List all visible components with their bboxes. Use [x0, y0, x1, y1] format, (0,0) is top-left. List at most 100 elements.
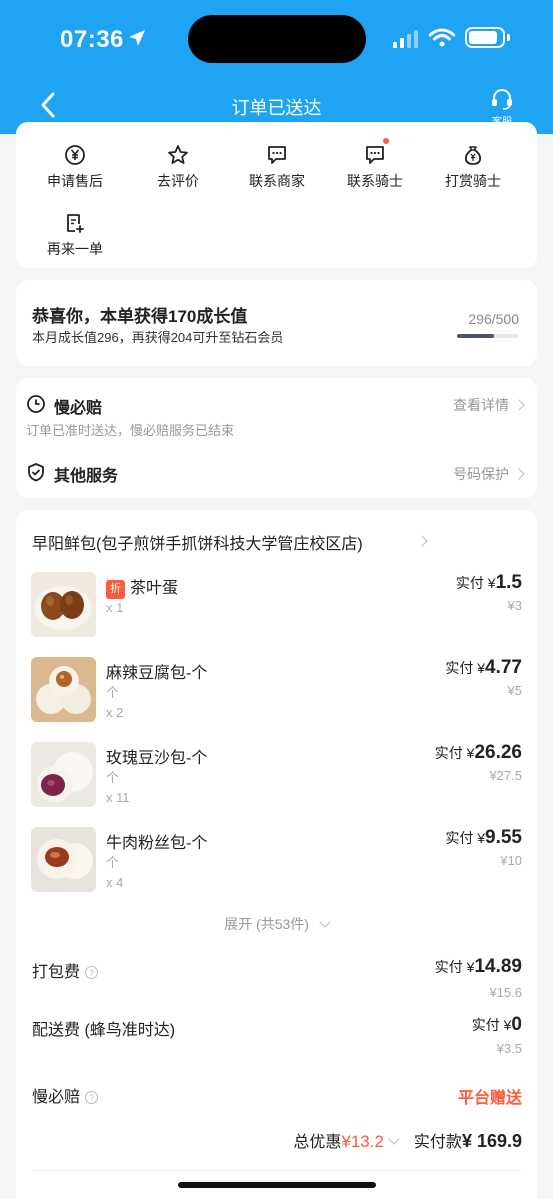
- star-icon: [168, 145, 188, 164]
- shield-check-icon: [28, 463, 44, 482]
- divider: [32, 1170, 521, 1171]
- growth-progress-fill: [457, 334, 494, 338]
- item-paid: 实付 ¥4.77: [445, 657, 522, 679]
- number-protection-label: 号码保护: [453, 466, 509, 482]
- item-unit: 个: [106, 855, 120, 870]
- wifi-icon: [429, 28, 455, 47]
- growth-progress-bar: [457, 334, 519, 338]
- guarantee-fee-text: 慢必赔: [32, 1089, 81, 1106]
- refund-yen-icon: [65, 145, 85, 165]
- item-original-price: ¥27.5: [489, 768, 522, 783]
- item-original-price: ¥5: [507, 683, 522, 698]
- apply-after-sale-button[interactable]: 申请售后: [30, 144, 120, 191]
- item-original-price: ¥3: [507, 598, 522, 613]
- guarantee-title: 慢必赔: [54, 400, 103, 417]
- item-quantity: x 1: [106, 600, 124, 615]
- add-order-icon: [67, 214, 84, 233]
- paid-prefix: 实付 ¥: [434, 745, 475, 761]
- tea-egg-image: [31, 572, 96, 637]
- help-icon[interactable]: ?: [85, 1091, 99, 1104]
- location-arrow-icon: [129, 30, 145, 46]
- contact-merchant-button[interactable]: 联系商家: [232, 144, 322, 191]
- packing-fee-label: 打包费?: [32, 958, 99, 982]
- action-label: 再来一单: [47, 241, 103, 257]
- packing-fee-original: ¥15.6: [489, 985, 522, 1000]
- chat-icon: [366, 146, 384, 164]
- item-name: 折茶叶蛋: [106, 574, 178, 600]
- paid-prefix: 实付 ¥: [434, 959, 475, 975]
- shop-name[interactable]: 早阳鲜包(包子煎饼手抓饼科技大学管庄校区店): [32, 530, 363, 554]
- item-quantity: x 2: [106, 705, 124, 720]
- item-name: 麻辣豆腐包-个: [106, 665, 208, 682]
- paid-prefix: 实付 ¥: [445, 660, 486, 676]
- paid-amount: 14.89: [474, 956, 522, 977]
- delivery-fee-label: 配送费 (蜂鸟准时达): [32, 1022, 176, 1039]
- rose-bean-bun-image: [31, 742, 96, 807]
- number-protection-link[interactable]: 号码保护: [453, 464, 525, 484]
- action-label: 打赏骑士: [445, 173, 501, 189]
- contact-rider-button[interactable]: 联系骑士: [330, 138, 420, 191]
- home-indicator: [178, 1182, 376, 1188]
- tip-rider-button[interactable]: 打赏骑士: [428, 144, 518, 191]
- total-amount: ¥ 169.9: [461, 1131, 522, 1151]
- order-actions-card: 申请售后 去评价 联系商家 联系骑士 打赏骑士 再来一单: [16, 122, 537, 268]
- packing-fee-paid: 实付 ¥14.89: [435, 956, 522, 978]
- review-button[interactable]: 去评价: [133, 144, 223, 191]
- discount-tag: 折: [106, 580, 125, 599]
- cellular-signal-icon: [393, 30, 418, 48]
- headset-icon: [492, 89, 512, 110]
- other-services-title: 其他服务: [54, 468, 119, 485]
- growth-value-card[interactable]: 恭喜你，本单获得170成长值 本月成长值296，再获得204可升至钻石会员 29…: [16, 280, 537, 366]
- growth-subtitle: 本月成长值296，再获得204可升至钻石会员: [32, 330, 284, 345]
- action-label: 去评价: [157, 173, 199, 189]
- item-paid: 实付 ¥26.26: [435, 742, 522, 764]
- help-icon[interactable]: ?: [85, 966, 99, 979]
- item-paid: 实付 ¥9.55: [445, 827, 522, 849]
- reorder-button[interactable]: 再来一单: [30, 212, 120, 259]
- item-name-text: 茶叶蛋: [130, 580, 179, 597]
- item-name: 牛肉粉丝包-个: [106, 835, 208, 852]
- action-label: 申请售后: [47, 173, 103, 189]
- item-quantity: x 4: [106, 875, 124, 890]
- item-original-price: ¥10: [500, 853, 522, 868]
- action-label: 联系骑士: [347, 173, 403, 189]
- chevron-down-icon: [319, 916, 331, 928]
- services-card: 慢必赔 订单已准时送达，慢必赔服务已结束 查看详情 其他服务 号码保护: [16, 378, 537, 498]
- status-time: 07:36: [60, 26, 124, 53]
- order-detail-card: 早阳鲜包(包子煎饼手抓饼科技大学管庄校区店) 折茶叶蛋 x 1 实付 ¥1.5 …: [16, 510, 537, 1199]
- item-image[interactable]: [31, 572, 96, 637]
- expand-label: 展开 (共53件): [224, 916, 309, 932]
- battery-tip: [507, 34, 510, 41]
- expand-items-button[interactable]: 展开 (共53件): [16, 914, 537, 934]
- chevron-right-icon: [513, 399, 525, 411]
- paid-prefix: 实付 ¥: [445, 830, 486, 846]
- item-unit: 个: [106, 770, 120, 785]
- packing-fee-text: 打包费: [32, 964, 81, 981]
- paid-prefix: 实付 ¥: [471, 1017, 512, 1033]
- paid-amount: 4.77: [485, 657, 522, 678]
- item-image[interactable]: [31, 742, 96, 807]
- clock-icon: [27, 395, 45, 413]
- chat-icon: [268, 146, 286, 164]
- guarantee-fee-label: 慢必赔?: [32, 1083, 99, 1107]
- chevron-right-icon: [513, 468, 525, 480]
- notification-dot: [383, 138, 389, 144]
- page-title: 订单已送达: [231, 98, 322, 118]
- action-label: 联系商家: [249, 173, 305, 189]
- discount-amount[interactable]: ¥13.2: [341, 1132, 384, 1151]
- view-details-label: 查看详情: [453, 397, 509, 413]
- delivery-fee-paid: 实付 ¥0: [472, 1014, 522, 1036]
- platform-gift-label: 平台赠送: [457, 1090, 522, 1107]
- item-image[interactable]: [31, 657, 96, 722]
- battery-icon: [465, 27, 505, 48]
- growth-title: 恭喜你，本单获得170成长值: [32, 307, 248, 326]
- item-quantity: x 11: [106, 790, 130, 805]
- item-unit: 个: [106, 685, 120, 700]
- total-label: 实付款: [413, 1134, 462, 1151]
- spicy-tofu-bun-image: [31, 657, 96, 722]
- view-details-link[interactable]: 查看详情: [453, 395, 525, 415]
- chevron-down-icon: [388, 1133, 400, 1145]
- item-paid: 实付 ¥1.5: [456, 572, 522, 594]
- paid-prefix: 实付 ¥: [455, 575, 496, 591]
- item-image[interactable]: [31, 827, 96, 892]
